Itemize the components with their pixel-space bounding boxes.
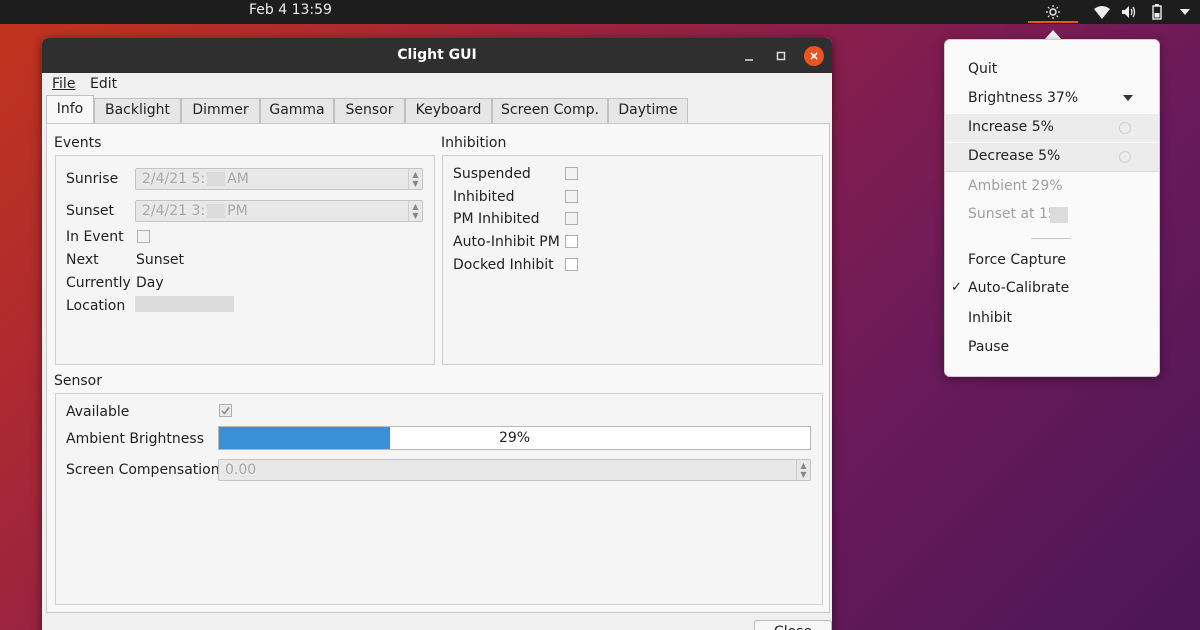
clight-window: Clight GUI File Edit Info Backlight Dimm… bbox=[42, 38, 832, 630]
close-button[interactable]: Close bbox=[754, 620, 832, 630]
available-label: Available bbox=[66, 404, 130, 420]
sensor-group bbox=[55, 393, 823, 605]
window-title: Clight GUI bbox=[397, 47, 477, 63]
location-label: Location bbox=[66, 298, 126, 314]
battery-icon[interactable] bbox=[1148, 3, 1166, 21]
minimize-button[interactable] bbox=[739, 46, 759, 66]
redacted-block bbox=[1050, 207, 1068, 223]
sunset-label: Sunset bbox=[66, 203, 115, 219]
sunrise-spinner[interactable]: ▲ ▼ bbox=[408, 169, 422, 189]
tab-info[interactable]: Info bbox=[46, 95, 94, 124]
chevron-down-icon bbox=[1123, 95, 1133, 101]
sunrise-label: Sunrise bbox=[66, 171, 119, 187]
docked-inhibit-checkbox[interactable] bbox=[565, 258, 578, 271]
pm-inhibited-label: PM Inhibited bbox=[453, 211, 540, 227]
menu-quit[interactable]: Quit bbox=[945, 56, 1159, 84]
menu-force-capture[interactable]: Force Capture bbox=[945, 247, 1159, 275]
screen-compensation-spinner[interactable]: ▲ ▼ bbox=[796, 460, 810, 480]
menu-bar: File Edit bbox=[42, 73, 832, 95]
menu-auto-calibrate[interactable]: ✓ Auto-Calibrate bbox=[945, 275, 1159, 303]
redacted-block bbox=[207, 172, 226, 186]
wifi-icon[interactable] bbox=[1093, 3, 1111, 21]
inhibition-group-title: Inhibition bbox=[441, 135, 507, 151]
top-bar: Feb 4 13:59 bbox=[0, 0, 1200, 24]
volume-icon[interactable] bbox=[1120, 3, 1138, 21]
redacted-block bbox=[207, 204, 226, 218]
menu-decrease[interactable]: Decrease 5% bbox=[945, 143, 1159, 171]
menu-increase[interactable]: Increase 5% bbox=[945, 114, 1159, 142]
auto-inhibit-pm-checkbox[interactable] bbox=[565, 235, 578, 248]
events-group-title: Events bbox=[54, 135, 102, 151]
radio-icon bbox=[1119, 122, 1131, 134]
currently-value: Day bbox=[136, 275, 164, 291]
tab-bar: Info Backlight Dimmer Gamma Sensor Keybo… bbox=[42, 95, 832, 124]
in-event-checkbox[interactable] bbox=[137, 230, 150, 243]
sunset-spinner[interactable]: ▲ ▼ bbox=[408, 201, 422, 221]
inhibited-label: Inhibited bbox=[453, 189, 515, 205]
docked-inhibit-label: Docked Inhibit bbox=[453, 257, 554, 273]
currently-label: Currently bbox=[66, 275, 131, 291]
menu-file[interactable]: File bbox=[52, 76, 75, 92]
inhibited-checkbox[interactable] bbox=[565, 190, 578, 203]
brightness-icon[interactable] bbox=[1044, 3, 1062, 21]
maximize-button[interactable] bbox=[771, 46, 791, 66]
ambient-brightness-progress: 29% bbox=[218, 426, 811, 450]
tab-keyboard[interactable]: Keyboard bbox=[405, 98, 492, 123]
in-event-label: In Event bbox=[66, 229, 124, 245]
ambient-brightness-label: Ambient Brightness bbox=[66, 431, 204, 447]
active-indicator bbox=[1028, 21, 1078, 23]
close-icon bbox=[810, 52, 818, 60]
checkmark-icon bbox=[221, 407, 230, 415]
screen-compensation-label: Screen Compensation bbox=[66, 462, 220, 478]
menu-inhibit[interactable]: Inhibit bbox=[945, 305, 1159, 333]
sensor-group-title: Sensor bbox=[54, 373, 102, 389]
menu-pause[interactable]: Pause bbox=[945, 334, 1159, 362]
brightness-menu: Quit Brightness 37% Increase 5% Decrease… bbox=[944, 39, 1160, 377]
tab-backlight[interactable]: Backlight bbox=[94, 98, 181, 123]
tab-sensor[interactable]: Sensor bbox=[334, 98, 405, 123]
sunrise-field[interactable]: 2/4/21 5: AM ▲ ▼ bbox=[135, 168, 423, 190]
screen-compensation-field[interactable]: 0.00 ▲ ▼ bbox=[218, 459, 811, 481]
suspended-label: Suspended bbox=[453, 166, 531, 182]
next-value: Sunset bbox=[136, 252, 185, 268]
menu-ambient: Ambient 29% bbox=[968, 178, 1063, 194]
info-panel: Events Sunrise 2/4/21 5: AM ▲ ▼ Sunset 2/4… bbox=[46, 123, 830, 613]
power-menu-icon[interactable] bbox=[1176, 3, 1194, 21]
menu-edit[interactable]: Edit bbox=[90, 76, 117, 92]
next-label: Next bbox=[66, 252, 99, 268]
available-checkbox[interactable] bbox=[219, 404, 232, 417]
tab-gamma[interactable]: Gamma bbox=[260, 98, 334, 123]
tab-dimmer[interactable]: Dimmer bbox=[181, 98, 260, 123]
menu-brightness[interactable]: Brightness 37% bbox=[945, 85, 1159, 113]
title-bar[interactable]: Clight GUI bbox=[42, 38, 832, 73]
tab-screen-comp[interactable]: Screen Comp. bbox=[492, 98, 608, 123]
tab-daytime[interactable]: Daytime bbox=[608, 98, 688, 123]
close-window-button[interactable] bbox=[804, 46, 824, 66]
menu-separator bbox=[1031, 238, 1071, 239]
pm-inhibited-checkbox[interactable] bbox=[565, 212, 578, 225]
location-redacted bbox=[135, 296, 234, 312]
menu-divider bbox=[945, 171, 1159, 172]
progress-text: 29% bbox=[498, 430, 531, 446]
radio-icon bbox=[1119, 151, 1131, 163]
menu-sunset: Sunset at 15 bbox=[945, 201, 1159, 229]
clock[interactable]: Feb 4 13:59 bbox=[249, 2, 332, 18]
sunset-field[interactable]: 2/4/21 3: PM ▲ ▼ bbox=[135, 200, 423, 222]
suspended-checkbox[interactable] bbox=[565, 167, 578, 180]
auto-inhibit-pm-label: Auto-Inhibit PM bbox=[453, 234, 560, 250]
checkmark-icon: ✓ bbox=[951, 280, 962, 295]
